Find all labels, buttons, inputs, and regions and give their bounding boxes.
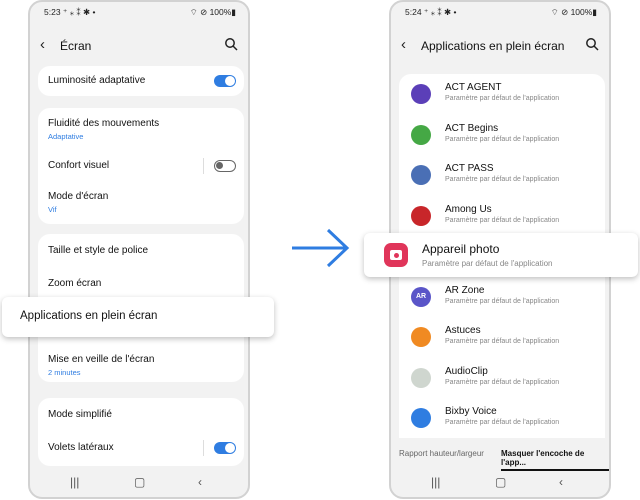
row-label: Confort visuel bbox=[48, 160, 110, 171]
camera-icon bbox=[384, 243, 408, 267]
row-label: Fluidité des mouvements bbox=[48, 118, 160, 129]
highlight-app-desc: Paramètre par défaut de l'application bbox=[422, 259, 553, 268]
ar-zone-icon: AR bbox=[411, 286, 431, 307]
row-label: Luminosité adaptative bbox=[48, 75, 146, 86]
row-label: Zoom écran bbox=[48, 278, 102, 289]
list-item[interactable]: ACT Begins Paramètre par défaut de l'appl… bbox=[445, 123, 595, 143]
list-item[interactable]: AudioClip Paramètre par défaut de l'appli… bbox=[445, 366, 595, 386]
status-bar: 5:23 ⁺ ⁎ ⁑ ✱ • ⌔ ⊘ 100%▮ bbox=[30, 2, 248, 24]
tab-ratio[interactable]: Rapport hauteur/largeur bbox=[399, 449, 484, 458]
app-desc: Paramètre par défaut de l'application bbox=[445, 419, 560, 426]
highlight-appareil-photo[interactable]: Appareil photo Paramètre par défaut de l… bbox=[364, 233, 638, 277]
app-desc: Paramètre par défaut de l'application bbox=[445, 297, 560, 305]
luminosite-toggle[interactable] bbox=[214, 75, 236, 87]
row-label: Taille et style de police bbox=[48, 245, 149, 256]
row-sub: Adaptative bbox=[48, 132, 84, 141]
list-item[interactable]: Among Us Paramètre par défaut de l'applic… bbox=[445, 204, 595, 224]
list-item[interactable]: ACT PASS Paramètre par défaut de l'applic… bbox=[445, 163, 595, 183]
row-label: Mode simplifié bbox=[48, 409, 112, 420]
list-item[interactable]: ACT AGENT Paramètre par défaut de l'appli… bbox=[445, 82, 595, 102]
arrow-right-icon bbox=[292, 228, 350, 268]
app-desc: Paramètre par défaut de l'application bbox=[445, 216, 560, 224]
row-veille[interactable]: Mise en veille de l'écran 2 minutes bbox=[48, 354, 234, 377]
app-name: Bixby Voice bbox=[445, 406, 497, 417]
card-display-options: Fluidité des mouvements Adaptative Confo… bbox=[38, 108, 244, 224]
confort-toggle[interactable] bbox=[214, 160, 236, 172]
row-luminosite[interactable]: Luminosité adaptative bbox=[48, 75, 234, 86]
bottom-tabs: Rapport hauteur/largeur Masquer l'encoch… bbox=[391, 439, 609, 471]
act-pass-icon bbox=[411, 165, 431, 185]
highlight-app-name: Appareil photo bbox=[422, 242, 500, 256]
act-agent-icon bbox=[411, 84, 431, 104]
row-confort[interactable]: Confort visuel bbox=[48, 160, 234, 171]
list-item[interactable]: Astuces Paramètre par défaut de l'applica… bbox=[445, 325, 595, 345]
app-desc: Paramètre par défaut de l'application bbox=[445, 378, 560, 386]
recents-icon[interactable]: ||| bbox=[70, 475, 79, 489]
recents-icon[interactable]: ||| bbox=[431, 475, 440, 489]
bixby-icon bbox=[411, 408, 431, 428]
app-name: AudioClip bbox=[445, 365, 488, 377]
among-us-icon bbox=[411, 205, 431, 226]
divider bbox=[203, 440, 204, 456]
card-extra: Mode simplifié Volets latéraux bbox=[38, 398, 244, 466]
list-item[interactable]: AR Zone Paramètre par défaut de l'applica… bbox=[445, 285, 595, 305]
act-begins-icon bbox=[411, 124, 431, 145]
app-name: Among Us bbox=[445, 203, 492, 215]
row-zoom[interactable]: Zoom écran bbox=[48, 278, 234, 289]
title-bar: ‹ Écran bbox=[30, 32, 248, 62]
app-name: ACT Begins bbox=[445, 122, 499, 134]
list-item[interactable]: Bixby Voice Paramètre par défaut de l'app… bbox=[445, 406, 595, 426]
highlight-applications-plein-ecran[interactable]: Applications en plein écran bbox=[2, 297, 274, 337]
audioclip-icon bbox=[411, 367, 431, 388]
nav-bar: ||| ▢ ‹ bbox=[30, 467, 248, 497]
row-sub: Vif bbox=[48, 205, 57, 214]
title-bar: ‹ Applications en plein écran bbox=[391, 32, 609, 62]
back-nav-icon[interactable]: ‹ bbox=[559, 475, 563, 489]
card-luminosite: Luminosité adaptative bbox=[38, 66, 244, 96]
app-desc: Paramètre par défaut de l'application bbox=[445, 338, 560, 345]
back-nav-icon[interactable]: ‹ bbox=[198, 475, 202, 489]
app-name: ACT AGENT bbox=[445, 82, 502, 93]
highlight-label: Applications en plein écran bbox=[20, 310, 158, 322]
app-name: Astuces bbox=[445, 325, 481, 336]
divider bbox=[203, 158, 204, 174]
search-icon[interactable] bbox=[224, 37, 238, 51]
home-icon[interactable]: ▢ bbox=[134, 475, 145, 489]
row-mode[interactable]: Mode d'écran Vif bbox=[48, 191, 234, 214]
back-icon[interactable]: ‹ bbox=[401, 36, 406, 53]
status-time: 5:24 ⁺ ⁎ ⁑ ✱ • bbox=[405, 7, 457, 17]
search-icon[interactable] bbox=[585, 37, 599, 51]
app-desc: Paramètre par défaut de l'application bbox=[445, 135, 560, 143]
app-desc: Paramètre par défaut de l'application bbox=[445, 176, 560, 183]
page-title: Écran bbox=[60, 39, 92, 53]
row-volets[interactable]: Volets latéraux bbox=[48, 442, 234, 453]
back-icon[interactable]: ‹ bbox=[40, 36, 45, 53]
phone-left: 5:23 ⁺ ⁎ ⁑ ✱ • ⌔ ⊘ 100%▮ ‹ Écran Luminos… bbox=[28, 0, 250, 499]
page-title: Applications en plein écran bbox=[421, 39, 565, 53]
volets-toggle[interactable] bbox=[214, 442, 236, 454]
row-label: Mode d'écran bbox=[48, 191, 109, 202]
app-desc: Paramètre par défaut de l'application bbox=[445, 95, 560, 102]
row-taille[interactable]: Taille et style de police bbox=[48, 245, 234, 256]
status-icons: ⌔ ⊘ 100%▮ bbox=[550, 7, 597, 17]
row-fluidite[interactable]: Fluidité des mouvements Adaptative bbox=[48, 118, 234, 141]
status-bar: 5:24 ⁺ ⁎ ⁑ ✱ • ⌔ ⊘ 100%▮ bbox=[391, 2, 609, 24]
home-icon[interactable]: ▢ bbox=[495, 475, 506, 489]
row-label: Mise en veille de l'écran bbox=[48, 354, 155, 365]
app-name: ACT PASS bbox=[445, 163, 494, 174]
row-sub: 2 minutes bbox=[48, 368, 81, 377]
tips-icon bbox=[411, 327, 431, 347]
row-simplifie[interactable]: Mode simplifié bbox=[48, 409, 234, 420]
status-time: 5:23 ⁺ ⁎ ⁑ ✱ • bbox=[44, 7, 96, 17]
app-name: AR Zone bbox=[445, 284, 485, 296]
status-icons: ⌔ ⊘ 100%▮ bbox=[189, 7, 236, 17]
nav-bar: ||| ▢ ‹ bbox=[391, 467, 609, 497]
row-label: Volets latéraux bbox=[48, 442, 114, 453]
